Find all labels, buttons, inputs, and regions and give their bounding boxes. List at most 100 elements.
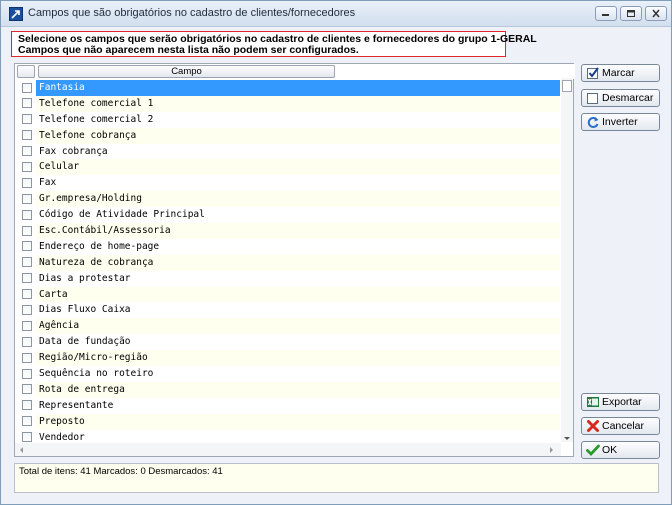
row-label: Natureza de cobrança — [36, 254, 560, 271]
row-checkbox[interactable] — [22, 400, 32, 411]
grid-header: Campo — [15, 64, 575, 79]
row-label: Agência — [36, 318, 560, 335]
status-text: Total de itens: 41 Marcados: 0 Desmarcad… — [19, 466, 223, 477]
table-row[interactable]: Natureza de cobrança — [15, 254, 560, 271]
row-checkbox[interactable] — [22, 289, 32, 300]
row-label: Data de fundação — [39, 336, 131, 348]
table-row[interactable]: Sequência no roteiro — [15, 366, 560, 382]
cancelar-button[interactable]: Cancelar — [581, 417, 660, 435]
exportar-button[interactable]: Exportar — [581, 393, 660, 411]
row-checkbox[interactable] — [22, 82, 32, 93]
row-checkbox[interactable] — [22, 177, 32, 188]
close-button[interactable] — [645, 6, 667, 21]
row-label: Telefone cobrança — [36, 127, 560, 144]
row-checkbox[interactable] — [22, 273, 32, 284]
scroll-right-icon[interactable] — [550, 447, 553, 453]
row-checkbox[interactable] — [22, 225, 32, 236]
row-label: Sequência no roteiro — [39, 368, 154, 380]
cancel-x-icon — [587, 420, 599, 432]
row-label: Dias Fluxo Caixa — [39, 304, 131, 316]
table-row[interactable]: Esc.Contábil/Assessoria — [15, 223, 560, 239]
excel-export-icon — [587, 397, 599, 407]
exportar-label: Exportar — [602, 396, 642, 408]
refresh-icon — [587, 117, 599, 128]
minimize-button[interactable] — [595, 6, 617, 21]
table-row[interactable]: Telefone comercial 1 — [15, 95, 560, 112]
table-row[interactable]: Gr.empresa/Holding — [15, 191, 560, 208]
horizontal-scrollbar[interactable] — [15, 443, 561, 456]
fields-grid[interactable]: Campo Fantasia Telefone comercial 1 Telefo… — [14, 63, 575, 457]
row-checkbox[interactable] — [22, 130, 32, 141]
table-row[interactable]: Endereço de home-page — [15, 239, 560, 255]
status-bar: Total de itens: 41 Marcados: 0 Desmarcad… — [14, 463, 659, 493]
row-checkbox[interactable] — [22, 241, 32, 252]
close-icon — [652, 9, 660, 18]
row-checkbox[interactable] — [22, 352, 32, 363]
table-row[interactable]: Data de fundação — [15, 334, 560, 350]
row-checkbox[interactable] — [22, 114, 32, 125]
desmarcar-label: Desmarcar — [602, 92, 654, 104]
row-label: Telefone comercial 2 — [39, 113, 154, 125]
table-row[interactable]: Fantasia — [15, 80, 560, 96]
maximize-button[interactable] — [620, 6, 642, 21]
table-row[interactable]: Código de Atividade Principal — [15, 207, 560, 223]
scroll-left-icon[interactable] — [20, 447, 23, 453]
row-checkbox[interactable] — [22, 432, 32, 443]
ok-button[interactable]: OK — [581, 441, 660, 459]
table-row[interactable]: Dias a protestar — [15, 271, 560, 287]
row-checkbox[interactable] — [22, 146, 32, 157]
row-checkbox[interactable] — [22, 304, 32, 315]
scrollbar-thumb[interactable] — [562, 80, 572, 92]
row-checkbox[interactable] — [22, 193, 32, 204]
row-checkbox[interactable] — [22, 368, 32, 379]
row-checkbox[interactable] — [22, 257, 32, 268]
row-label: Código de Atividade Principal — [39, 209, 205, 221]
row-label: Gr.empresa/Holding — [36, 191, 560, 208]
table-row[interactable]: Região/Micro-região — [15, 350, 560, 367]
table-row[interactable]: Carta — [15, 286, 560, 303]
checkmark-icon — [586, 444, 600, 457]
row-label: Representante — [39, 399, 114, 411]
column-header-campo[interactable]: Campo — [38, 65, 335, 78]
table-row[interactable]: Rota de entrega — [15, 381, 560, 398]
cancelar-label: Cancelar — [602, 420, 645, 432]
dialog-window: Campos que são obrigatórios no cadastro … — [0, 0, 672, 505]
title-bar[interactable]: Campos que são obrigatórios no cadastro … — [1, 1, 671, 27]
table-row[interactable]: Representante — [15, 398, 560, 414]
row-checkbox[interactable] — [22, 98, 32, 109]
row-checkbox[interactable] — [22, 320, 32, 331]
window-controls — [595, 6, 667, 21]
table-row[interactable]: Agência — [15, 318, 560, 335]
header-checkbox-column[interactable] — [17, 65, 35, 78]
table-row[interactable]: Dias Fluxo Caixa — [15, 302, 560, 318]
row-label: Carta — [36, 286, 560, 303]
table-row[interactable]: Telefone comercial 2 — [15, 112, 560, 128]
row-checkbox[interactable] — [22, 209, 32, 220]
ok-label: OK — [602, 444, 618, 456]
minimize-icon — [602, 14, 609, 16]
row-checkbox[interactable] — [22, 336, 32, 347]
row-label: Endereço de home-page — [39, 240, 160, 252]
inverter-button[interactable]: Inverter — [581, 113, 660, 131]
table-row[interactable]: Celular — [15, 159, 560, 176]
app-icon — [9, 7, 23, 21]
table-row[interactable]: Telefone cobrança — [15, 127, 560, 144]
row-checkbox[interactable] — [22, 416, 32, 427]
marcar-button[interactable]: Marcar — [581, 64, 660, 82]
desmarcar-button[interactable]: Desmarcar — [581, 89, 660, 107]
marcar-label: Marcar — [602, 67, 635, 79]
scroll-down-icon[interactable] — [564, 437, 570, 440]
table-row[interactable]: Fax — [15, 175, 560, 191]
row-label: Região/Micro-região — [36, 350, 560, 367]
row-checkbox[interactable] — [22, 384, 32, 395]
row-label: Rota de entrega — [36, 381, 560, 398]
row-label: Celular — [36, 159, 560, 176]
vertical-scrollbar[interactable] — [561, 78, 573, 442]
info-notice: Selecione os campos que serão obrigatóri… — [11, 31, 537, 57]
table-row[interactable]: Preposto — [15, 413, 560, 430]
row-label: Fax cobrança — [39, 145, 108, 157]
row-checkbox[interactable] — [22, 161, 32, 172]
maximize-icon — [627, 10, 635, 17]
row-label: Esc.Contábil/Assessoria — [36, 223, 560, 239]
table-row[interactable]: Fax cobrança — [15, 144, 560, 160]
